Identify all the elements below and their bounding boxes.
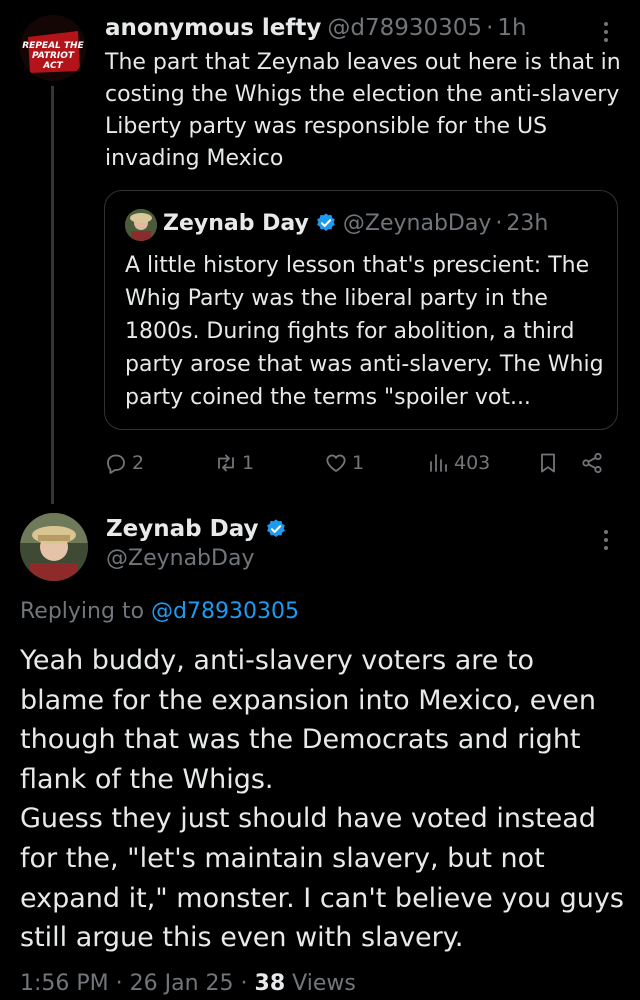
main-tweet-paragraph: Yeah buddy, anti-slavery voters are to b… — [20, 645, 597, 795]
replying-to: Replying to @d78930305 — [20, 596, 299, 628]
tweet-date[interactable]: 26 Jan 25 — [130, 971, 234, 996]
main-avatar[interactable] — [20, 513, 88, 581]
separator: · — [486, 15, 494, 41]
reply-count: 2 — [132, 452, 145, 474]
like-icon — [326, 454, 346, 472]
main-author-name-text: Zeynab Day — [106, 516, 259, 542]
more-icon[interactable] — [596, 526, 616, 554]
share-button[interactable] — [580, 445, 608, 481]
timestamp[interactable]: 1h — [497, 15, 526, 41]
main-author-handle[interactable]: @ZeynabDay — [106, 544, 254, 574]
quote-timestamp: 23h — [506, 211, 549, 236]
main-tweet-paragraph: Guess they just should have voted instea… — [20, 803, 624, 954]
views-count: 38 — [254, 971, 286, 996]
views-count: 403 — [454, 452, 491, 474]
author-name[interactable]: anonymous lefty — [105, 15, 321, 41]
svg-text:REPEAL THE: REPEAL THE — [22, 41, 84, 51]
bookmark-button[interactable] — [536, 445, 564, 481]
quoted-tweet[interactable]: Zeynab Day @ZeynabDay · 23h A little histor… — [104, 190, 618, 430]
like-button[interactable]: 1 — [324, 445, 364, 481]
views-icon — [430, 454, 447, 472]
quote-text: A little history lesson that's prescient… — [125, 253, 604, 410]
main-tweet-text: Yeah buddy, anti-slavery voters are to b… — [20, 641, 625, 958]
reply-icon — [107, 454, 125, 474]
action-bar: 2 1 1 403 — [104, 445, 624, 481]
quote-avatar — [125, 209, 157, 241]
quote-header: Zeynab Day @ZeynabDay · 23h — [163, 207, 548, 241]
main-author-name[interactable]: Zeynab Day — [106, 512, 287, 546]
parent-tweet-header: anonymous lefty @d78930305 · 1h — [105, 12, 527, 44]
share-icon — [582, 452, 602, 474]
reply-button[interactable]: 2 — [104, 445, 144, 481]
thread-line — [51, 86, 54, 504]
avatar-logo: REPEAL THE PATRIOT ACT — [20, 15, 86, 81]
svg-text:ACT: ACT — [42, 61, 63, 71]
separator: · — [240, 971, 248, 996]
svg-text:PATRIOT: PATRIOT — [32, 51, 75, 61]
views-label: Views — [292, 971, 356, 996]
tweet-meta: 1:56 PM · 26 Jan 25 · 38 Views — [20, 968, 356, 1000]
more-icon[interactable] — [596, 18, 616, 46]
separator: · — [495, 211, 503, 236]
like-count: 1 — [352, 452, 365, 474]
replying-prefix: Replying to — [20, 599, 145, 624]
views-button[interactable]: 403 — [426, 445, 490, 481]
bookmark-icon — [541, 453, 555, 473]
verified-badge-icon — [266, 519, 285, 537]
repost-icon — [218, 454, 234, 472]
separator: · — [115, 971, 123, 996]
quote-author-name: Zeynab Day — [163, 211, 309, 236]
tweet-time[interactable]: 1:56 PM — [20, 971, 109, 996]
parent-tweet-text: The part that Zeynab leaves out here is … — [105, 50, 621, 171]
author-handle[interactable]: @d78930305 — [327, 15, 482, 41]
repost-button[interactable]: 1 — [214, 445, 254, 481]
avatar[interactable]: REPEAL THE PATRIOT ACT — [20, 15, 86, 81]
mention-link[interactable]: @d78930305 — [151, 599, 299, 624]
verified-badge-icon — [317, 213, 335, 231]
repost-count: 1 — [242, 452, 255, 474]
quote-author-handle: @ZeynabDay — [342, 211, 492, 236]
